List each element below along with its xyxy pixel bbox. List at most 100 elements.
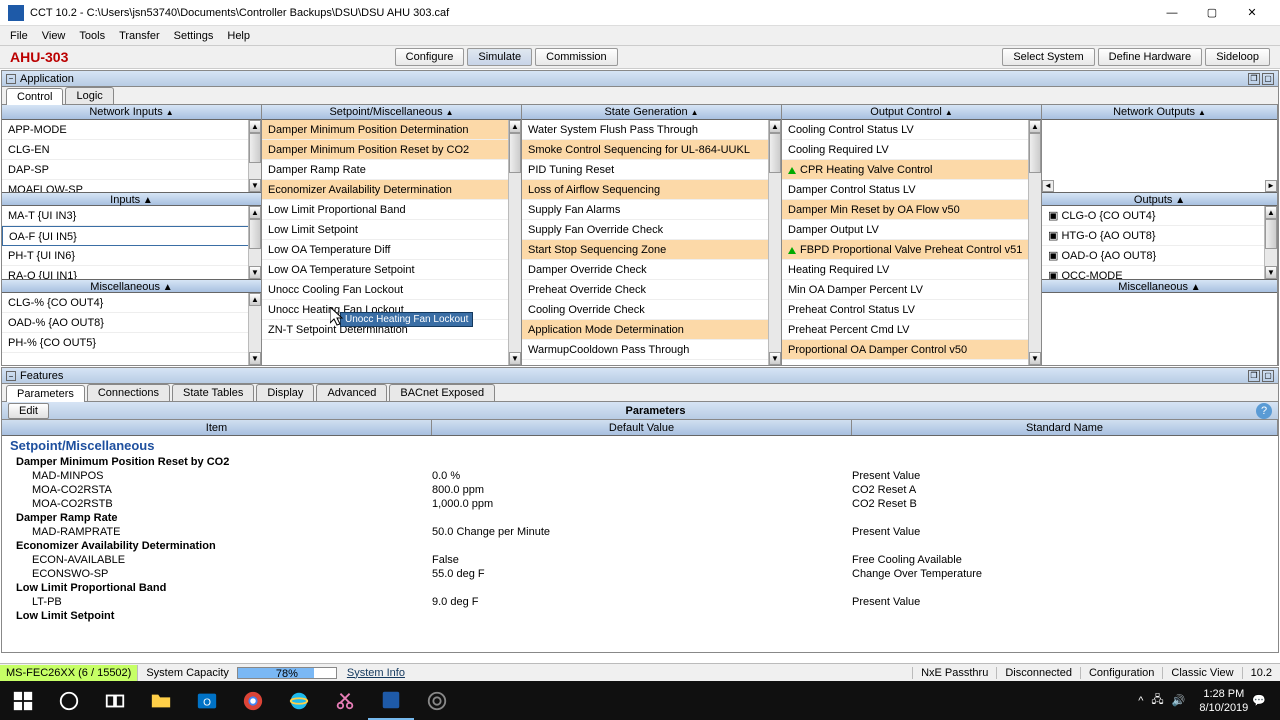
scrollbar[interactable]: ▲▼ (508, 120, 521, 365)
list-item[interactable]: Damper Ramp Rate (262, 160, 521, 180)
param-row[interactable]: MOA-CO2RSTA800.0 ppmCO2 Reset A (2, 483, 1278, 497)
tray-up-icon[interactable]: ^ (1138, 695, 1143, 707)
param-row[interactable]: MAD-RAMPRATE50.0 Change per MinutePresen… (2, 525, 1278, 539)
menu-help[interactable]: Help (221, 28, 256, 44)
list-item[interactable]: OA-F {UI IN5} (2, 226, 261, 246)
list-item[interactable]: ▣ OCC-MODE (1042, 266, 1277, 278)
list-item[interactable]: Min OA Damper Percent LV (782, 280, 1041, 300)
list-item[interactable]: Low OA Temperature Setpoint (262, 260, 521, 280)
col-standard[interactable]: Standard Name (852, 420, 1278, 435)
jci-app-icon[interactable] (368, 681, 414, 720)
tab-state-tables[interactable]: State Tables (172, 384, 254, 401)
menu-view[interactable]: View (36, 28, 72, 44)
cortana-icon[interactable] (46, 681, 92, 720)
list-item[interactable]: Low OA Temperature Diff (262, 240, 521, 260)
define-hardware-button[interactable]: Define Hardware (1098, 48, 1203, 66)
list-item[interactable]: Smoke Control Sequencing for UL-864-UUKL (522, 140, 781, 160)
list-item[interactable]: MOAFLOW-SP (2, 180, 261, 192)
list-item[interactable]: Damper Output LV (782, 220, 1041, 240)
param-row[interactable]: MOA-CO2RSTB1,000.0 ppmCO2 Reset B (2, 497, 1278, 511)
list-item[interactable]: APP-MODE (2, 120, 261, 140)
volume-icon[interactable]: 🔊 (1172, 694, 1186, 707)
file-explorer-icon[interactable] (138, 681, 184, 720)
list-item[interactable]: FBPD Proportional Valve Preheat Control … (782, 240, 1041, 260)
tab-display[interactable]: Display (256, 384, 314, 401)
list-item[interactable]: MA-T {UI IN3} (2, 206, 261, 226)
list-item[interactable]: Damper Minimum Position Determination (262, 120, 521, 140)
obs-icon[interactable] (414, 681, 460, 720)
list-item[interactable]: DAP-SP (2, 160, 261, 180)
misc-right-header[interactable]: Miscellaneous ▲ (1042, 279, 1277, 293)
param-row[interactable]: ECON-AVAILABLEFalseFree Cooling Availabl… (2, 553, 1278, 567)
list-item[interactable]: OAD-% {AO OUT8} (2, 313, 261, 333)
list-item[interactable]: Loss of Airflow Sequencing (522, 180, 781, 200)
clock[interactable]: 1:28 PM 8/10/2019 (1199, 687, 1248, 715)
task-view-icon[interactable] (92, 681, 138, 720)
param-row[interactable]: ECONSWO-SP55.0 deg FChange Over Temperat… (2, 567, 1278, 581)
list-item[interactable]: WarmupCooldown Pass Through (522, 340, 781, 360)
list-item[interactable]: Heating Required LV (782, 260, 1041, 280)
chrome-icon[interactable] (230, 681, 276, 720)
list-item[interactable]: Application Mode Determination (522, 320, 781, 340)
param-row[interactable]: MAD-MINPOS0.0 %Present Value (2, 469, 1278, 483)
help-icon[interactable]: ? (1256, 403, 1272, 419)
tab-bacnet[interactable]: BACnet Exposed (389, 384, 495, 401)
col-item[interactable]: Item (2, 420, 432, 435)
list-item[interactable]: Cooling Override Check (522, 300, 781, 320)
network-inputs-header[interactable]: Network Inputs▲ (2, 105, 261, 120)
list-item[interactable]: Supply Fan Alarms (522, 200, 781, 220)
panel-max-icon[interactable]: ▢ (1262, 370, 1274, 382)
network-icon[interactable]: 🖧 (1151, 691, 1163, 710)
list-item[interactable]: PH-% {CO OUT5} (2, 333, 261, 353)
list-item[interactable]: PH-T {UI IN6} (2, 246, 261, 266)
list-item[interactable]: CLG-EN (2, 140, 261, 160)
list-item[interactable]: Preheat Control Status LV (782, 300, 1041, 320)
list-item[interactable]: ▣ OAD-O {AO OUT8} (1042, 246, 1277, 266)
collapse-icon[interactable]: − (6, 371, 16, 381)
maximize-button[interactable]: ▢ (1192, 0, 1232, 26)
list-item[interactable]: ▣ HTG-O {AO OUT8} (1042, 226, 1277, 246)
list-item[interactable]: RA-O {UI IN1} (2, 266, 261, 278)
select-system-button[interactable]: Select System (1002, 48, 1094, 66)
menu-file[interactable]: File (4, 28, 34, 44)
notifications-icon[interactable]: 💬 (1252, 694, 1266, 707)
output-ctrl-header[interactable]: Output Control▲ (782, 105, 1041, 120)
simulate-button[interactable]: Simulate (467, 48, 532, 66)
menu-settings[interactable]: Settings (168, 28, 220, 44)
outputs-header[interactable]: Outputs ▲ (1042, 192, 1277, 206)
state-gen-header[interactable]: State Generation▲ (522, 105, 781, 120)
list-item[interactable]: Damper Override Check (522, 260, 781, 280)
menu-tools[interactable]: Tools (73, 28, 111, 44)
list-item[interactable]: Damper Minimum Position Reset by CO2 (262, 140, 521, 160)
list-item[interactable]: PID Tuning Reset (522, 160, 781, 180)
network-outputs-header[interactable]: Network Outputs▲ (1042, 105, 1277, 120)
list-item[interactable]: CPR Heating Valve Control (782, 160, 1041, 180)
ie-icon[interactable] (276, 681, 322, 720)
collapse-icon[interactable]: − (6, 74, 16, 84)
misc-left-header[interactable]: Miscellaneous ▲ (2, 279, 261, 293)
list-item[interactable]: Supply Fan Override Check (522, 220, 781, 240)
list-item[interactable]: Economizer Availability Determination (262, 180, 521, 200)
scroll-left-icon[interactable]: ◄ (1042, 180, 1054, 192)
scrollbar[interactable]: ▲▼ (1028, 120, 1041, 365)
tab-connections[interactable]: Connections (87, 384, 170, 401)
tab-advanced[interactable]: Advanced (316, 384, 387, 401)
list-item[interactable]: Cooling Required LV (782, 140, 1041, 160)
list-item[interactable]: Damper Control Status LV (782, 180, 1041, 200)
list-item[interactable]: Preheat Percent Cmd LV (782, 320, 1041, 340)
scrollbar[interactable]: ▲▼ (248, 206, 261, 278)
close-button[interactable]: ✕ (1232, 0, 1272, 26)
commission-button[interactable]: Commission (535, 48, 618, 66)
setpoint-header[interactable]: Setpoint/Miscellaneous▲ (262, 105, 521, 120)
list-item[interactable]: Start Stop Sequencing Zone (522, 240, 781, 260)
panel-max-icon[interactable]: ▢ (1262, 73, 1274, 85)
list-item[interactable]: Low Limit Proportional Band (262, 200, 521, 220)
edit-button[interactable]: Edit (8, 403, 49, 419)
tab-parameters[interactable]: Parameters (6, 385, 85, 402)
panel-restore-icon[interactable]: ❐ (1248, 73, 1260, 85)
list-item[interactable]: Unocc Cooling Fan Lockout (262, 280, 521, 300)
scrollbar[interactable]: ▲▼ (1264, 206, 1277, 278)
list-item[interactable]: Proportional OA Damper Control v50 (782, 340, 1041, 360)
system-tray[interactable]: ^ 🖧 🔊 1:28 PM 8/10/2019 💬 (1124, 687, 1280, 715)
list-item[interactable]: Preheat Override Check (522, 280, 781, 300)
